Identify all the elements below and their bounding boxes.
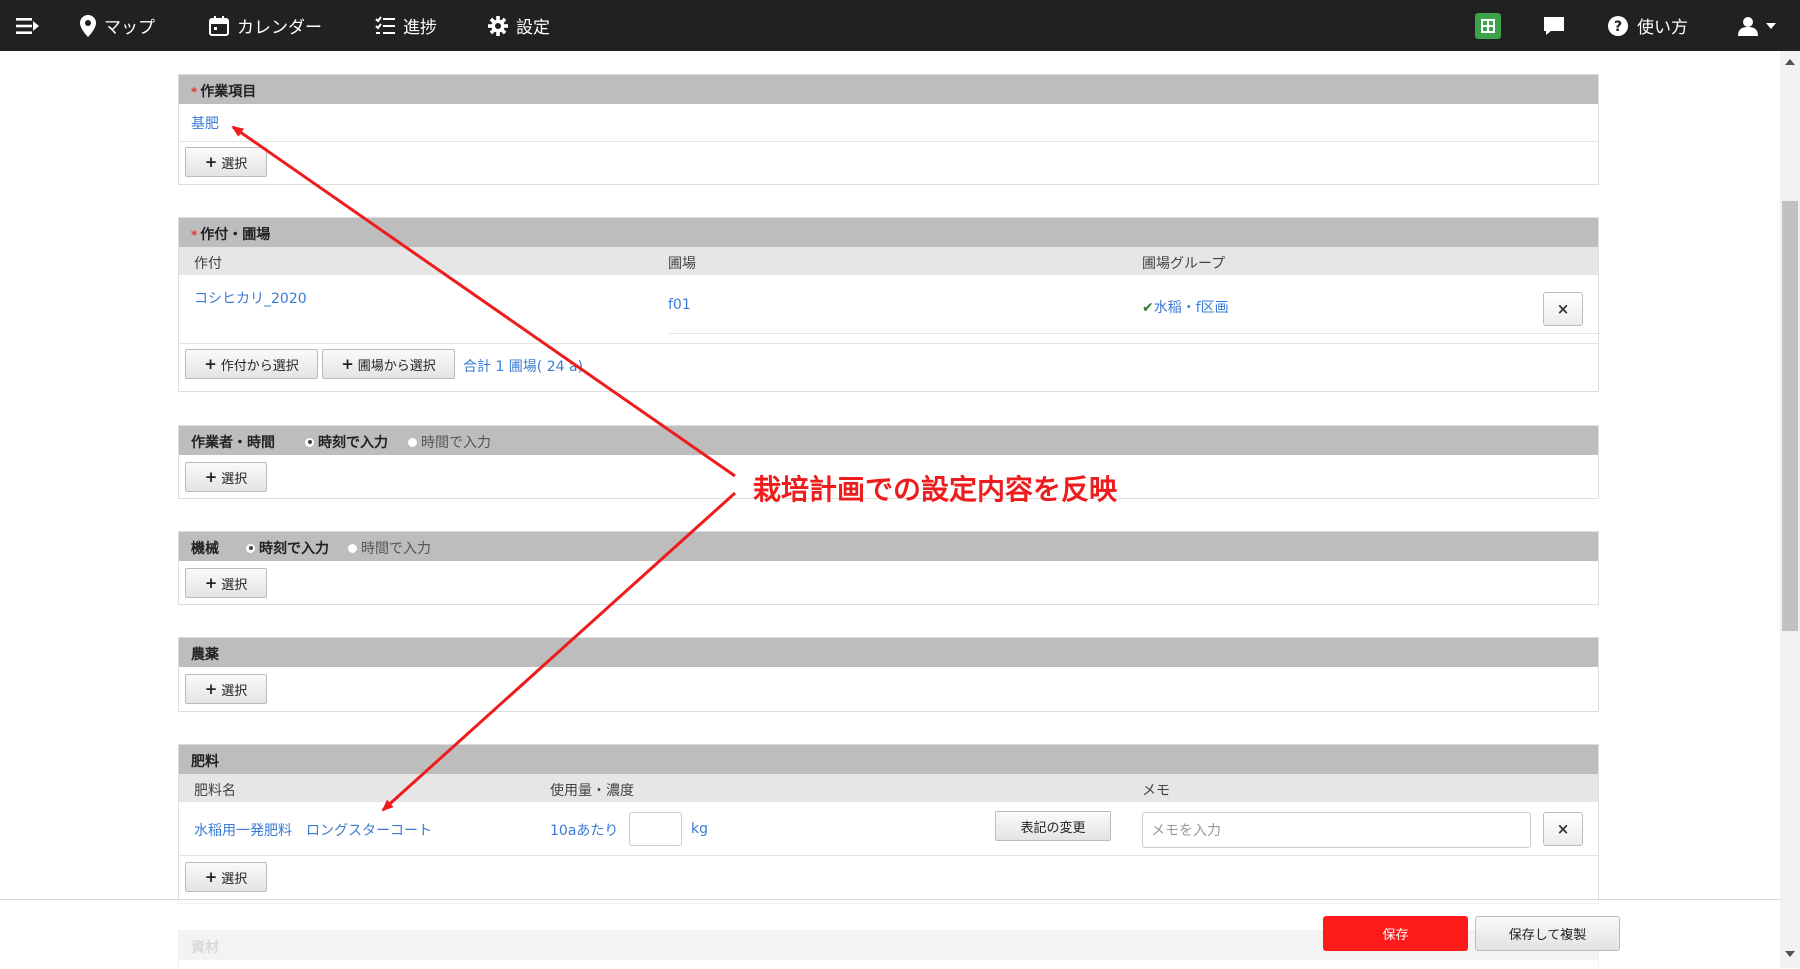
annotation-text: 栽培計画での設定内容を反映: [753, 473, 1118, 506]
arrow-to-work-item: [231, 125, 736, 478]
arrow-to-fertilizer: [381, 491, 737, 812]
